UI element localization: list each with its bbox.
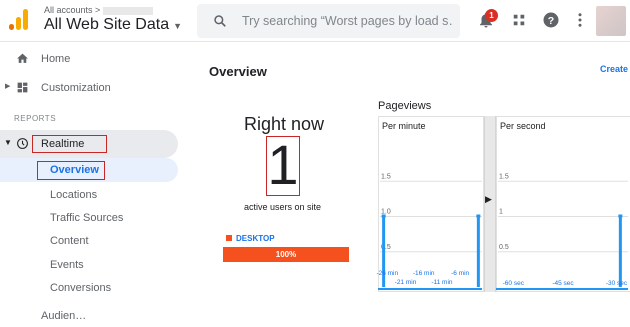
property-name: All Web Site Data <box>44 16 170 33</box>
account-breadcrumb[interactable]: All accounts > <box>44 5 154 15</box>
apps-grid-icon[interactable] <box>510 11 528 29</box>
more-vert-icon[interactable] <box>571 11 589 29</box>
help-icon[interactable]: ? <box>542 11 560 29</box>
collapse-arrow-icon[interactable]: ▼ <box>4 138 12 147</box>
account-label: All accounts > <box>44 5 101 15</box>
sidebar-item-conversions[interactable]: Conversions <box>50 282 111 294</box>
avatar[interactable] <box>596 6 626 36</box>
sidebar-item-locations[interactable]: Locations <box>50 189 97 201</box>
expand-arrow-icon[interactable]: ▶ <box>5 82 10 90</box>
sidebar-item-customization[interactable]: ▶ Customization <box>0 77 198 99</box>
caret-down-icon: ▼ <box>173 21 183 31</box>
sidebar-item-events[interactable]: Events <box>50 259 84 271</box>
sidebar: Home ▶ Customization REPORTS ▼ Realtime … <box>0 42 198 322</box>
pageview-bar-cap <box>381 214 386 218</box>
search-box[interactable]: Try searching “Worst pages by load s… <box>197 4 460 38</box>
sidebar-item-label: Audien… <box>41 310 87 322</box>
sidebar-item-home[interactable]: Home <box>0 48 198 70</box>
pageview-bar <box>618 216 622 287</box>
analytics-logo[interactable] <box>9 8 29 30</box>
x-tick-label: -26 min <box>376 270 398 277</box>
sidebar-item-label: Home <box>41 53 71 65</box>
x-tick-label: -45 sec <box>552 280 574 287</box>
x-tick-label: -11 min <box>431 279 453 286</box>
pageview-bar-cap <box>618 214 623 218</box>
pageview-bar-cap <box>476 214 481 218</box>
blurred-account-name <box>103 6 154 15</box>
y-tick-label: 1.5 <box>381 173 391 180</box>
x-tick-label: -21 min <box>395 279 417 286</box>
sidebar-item-realtime[interactable]: ▼ Realtime <box>0 130 178 158</box>
reports-section-label: REPORTS <box>14 114 57 123</box>
dashboard-icon <box>17 82 28 93</box>
pageview-bar <box>476 216 480 287</box>
y-tick-label: 1.5 <box>499 173 509 180</box>
x-tick-label: -60 sec <box>503 280 525 287</box>
x-tick-label: -30 sec <box>606 280 628 287</box>
y-tick-label: 1.0 <box>381 209 391 216</box>
main-content: Overview Create Right now 1 active users… <box>198 42 630 313</box>
search-input[interactable]: Try searching “Worst pages by load s… <box>242 14 454 28</box>
top-bar: All accounts > All Web Site Data ▼ Try se… <box>0 0 630 42</box>
y-tick-label: 0.5 <box>499 244 509 251</box>
sidebar-item-traffic-sources[interactable]: Traffic Sources <box>50 212 123 224</box>
sidebar-item-label: Realtime <box>41 138 85 150</box>
pageviews-charts: 1.5 1.0 0.5 -26 min -16 min -6 min -21 min -11 … <box>376 173 628 290</box>
sidebar-item-label: Customization <box>41 82 111 94</box>
clock-icon <box>17 138 28 149</box>
svg-text:?: ? <box>548 15 554 27</box>
y-tick-label: 1 <box>499 209 503 216</box>
sidebar-item-content[interactable]: Content <box>50 235 89 247</box>
sidebar-item-audience[interactable]: Audien… <box>0 305 198 327</box>
sidebar-item-label: Overview <box>50 164 99 176</box>
x-tick-label: -6 min <box>451 270 469 277</box>
notification-badge: 1 <box>485 9 498 22</box>
home-icon <box>17 53 28 63</box>
x-tick-label: -16 min <box>413 270 435 277</box>
search-icon <box>214 15 226 27</box>
property-selector[interactable]: All Web Site Data ▼ <box>44 16 182 34</box>
sidebar-item-overview[interactable]: Overview <box>0 158 178 182</box>
